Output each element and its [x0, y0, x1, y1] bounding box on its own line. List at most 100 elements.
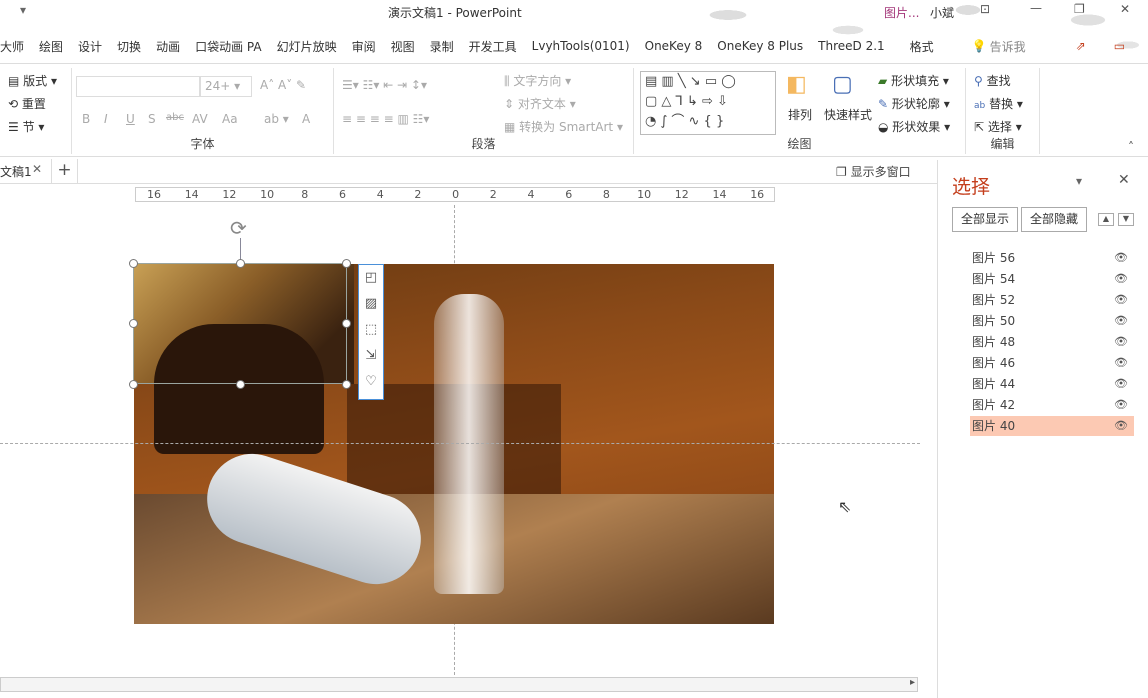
- visibility-eye-icon[interactable]: 👁: [1114, 332, 1128, 352]
- highlight-icon[interactable]: ab ▾: [264, 112, 289, 126]
- tab[interactable]: ThreeD 2.1: [818, 39, 885, 53]
- rotate-handle-icon[interactable]: ⟳: [230, 216, 247, 240]
- tab[interactable]: 视图: [391, 38, 415, 55]
- char-spacing-button[interactable]: AV: [192, 112, 208, 126]
- shape-fill-button[interactable]: ▰ 形状填充 ▾: [878, 72, 949, 89]
- selection-list-item[interactable]: 图片 54 👁: [970, 269, 1134, 289]
- visibility-eye-icon[interactable]: 👁: [1114, 248, 1128, 268]
- horizontal-scrollbar[interactable]: ▸: [0, 677, 918, 692]
- tab[interactable]: 录制: [430, 38, 454, 55]
- send-backward-icon[interactable]: ▼: [1118, 213, 1134, 226]
- selection-list-item[interactable]: 图片 44 👁: [970, 374, 1134, 394]
- find-button[interactable]: ⚲ 查找: [974, 72, 1011, 89]
- selection-list-item[interactable]: 图片 50 👁: [970, 311, 1134, 331]
- font-color-button[interactable]: A: [302, 112, 310, 126]
- quick-styles-button[interactable]: 快速样式: [824, 106, 872, 123]
- font-grow-button[interactable]: A˄ A˅ ✎: [260, 78, 306, 92]
- ribbon-display-icon[interactable]: ⊡: [980, 2, 990, 16]
- restore-button[interactable]: ❐: [1074, 2, 1085, 16]
- horizontal-ruler[interactable]: 16 14 12 10 8 6 4 2 0 2 4 6 8 10 12 14 16: [135, 187, 775, 202]
- horizontal-guide[interactable]: [0, 443, 920, 444]
- selection-list-item[interactable]: 图片 42 👁: [970, 395, 1134, 415]
- replace-button[interactable]: ab 替换 ▾: [974, 95, 1023, 112]
- selection-list-item[interactable]: 图片 52 👁: [970, 290, 1134, 310]
- heart-icon[interactable]: ♡: [359, 369, 383, 395]
- tab[interactable]: LvyhTools(0101): [532, 39, 630, 53]
- tab-format[interactable]: 格式: [910, 38, 934, 55]
- arrange-button[interactable]: 排列: [788, 106, 812, 123]
- tell-me-input[interactable]: 告诉我: [990, 38, 1026, 55]
- resize-handle[interactable]: [342, 380, 351, 389]
- resize-handle[interactable]: [342, 259, 351, 268]
- resize-handle[interactable]: [129, 380, 138, 389]
- shape-effects-button[interactable]: ◒ 形状效果 ▾: [878, 118, 950, 135]
- resize-icon[interactable]: ⇲: [359, 343, 383, 369]
- section-button[interactable]: ☰ 节 ▾: [8, 118, 44, 135]
- comment-icon[interactable]: ▭: [1114, 39, 1125, 53]
- text-direction-button[interactable]: ⫼ 文字方向 ▾: [504, 72, 571, 89]
- picture-icon[interactable]: ▨: [359, 291, 383, 317]
- select-button[interactable]: ⇱ 选择 ▾: [974, 118, 1022, 135]
- resize-handle[interactable]: [129, 319, 138, 328]
- bold-button[interactable]: B: [82, 112, 90, 126]
- show-all-button[interactable]: 全部显示: [952, 207, 1018, 232]
- smartart-button[interactable]: ▦ 转换为 SmartArt ▾: [504, 118, 623, 135]
- multi-window-button[interactable]: ❐ 显示多窗口: [836, 163, 911, 180]
- scroll-right-icon[interactable]: ▸: [910, 677, 915, 688]
- selection-list-item[interactable]: 图片 56 👁: [970, 248, 1134, 268]
- shape-outline-button[interactable]: ✎ 形状轮廓 ▾: [878, 95, 950, 112]
- shapes-gallery[interactable]: ▤ ▥ ╲ ↘ ▭ ◯ ▢ △ ⅂ ↳ ⇨ ⇩ ◔ ∫ ⌒ ∿ { }: [640, 71, 776, 135]
- visibility-eye-icon[interactable]: 👁: [1114, 374, 1128, 394]
- user-name[interactable]: 小斌: [930, 4, 954, 21]
- tab[interactable]: 绘图: [39, 38, 63, 55]
- align-buttons[interactable]: ≡ ≡ ≡ ≡ ▥ ☷▾: [342, 112, 429, 126]
- selection-list-item[interactable]: 图片 46 👁: [970, 353, 1134, 373]
- share-icon[interactable]: ⇗: [1076, 39, 1086, 53]
- list-buttons[interactable]: ☰▾ ☷▾ ⇤ ⇥ ↕▾: [342, 78, 427, 92]
- font-size-input[interactable]: 24+ ▾: [200, 76, 252, 97]
- resize-handle[interactable]: [236, 259, 245, 268]
- strikethrough-button[interactable]: abc: [166, 112, 184, 123]
- qat-dropdown[interactable]: ▾: [20, 3, 26, 17]
- collapse-ribbon-icon[interactable]: ˄: [1128, 140, 1134, 154]
- hide-all-button[interactable]: 全部隐藏: [1021, 207, 1087, 232]
- new-tab-button[interactable]: +: [51, 159, 78, 184]
- align-text-button[interactable]: ⇕ 对齐文本 ▾: [504, 95, 576, 112]
- visibility-eye-icon[interactable]: 👁: [1114, 290, 1128, 310]
- tab[interactable]: 设计: [78, 38, 102, 55]
- change-case-button[interactable]: Aa: [222, 112, 238, 126]
- pane-close-icon[interactable]: ✕: [1118, 172, 1130, 188]
- tab[interactable]: 幻灯片放映: [277, 38, 337, 55]
- reset-button[interactable]: ⟲ 重置: [8, 95, 46, 112]
- tab[interactable]: 开发工具: [469, 38, 517, 55]
- bring-forward-icon[interactable]: ▲: [1098, 213, 1114, 226]
- underline-button[interactable]: U: [126, 112, 135, 126]
- visibility-eye-icon[interactable]: 👁: [1114, 353, 1128, 373]
- close-button[interactable]: ✕: [1120, 2, 1130, 16]
- tab[interactable]: 切换: [117, 38, 141, 55]
- pane-options-icon[interactable]: ▾: [1076, 174, 1082, 188]
- resize-handle[interactable]: [236, 380, 245, 389]
- tab[interactable]: 动画: [156, 38, 180, 55]
- tab[interactable]: OneKey 8: [645, 39, 703, 53]
- visibility-eye-icon[interactable]: 👁: [1114, 395, 1128, 415]
- close-tab-icon[interactable]: ✕: [32, 162, 42, 176]
- tab[interactable]: 口袋动画 PA: [195, 38, 262, 55]
- visibility-eye-icon[interactable]: 👁: [1114, 269, 1128, 289]
- selection-list-item[interactable]: 图片 48 👁: [970, 332, 1134, 352]
- doc-tab[interactable]: 文稿1: [0, 163, 32, 180]
- tab[interactable]: 大师: [0, 38, 24, 55]
- visibility-eye-icon[interactable]: 👁: [1114, 311, 1128, 331]
- visibility-eye-icon[interactable]: 👁: [1114, 416, 1128, 436]
- italic-button[interactable]: I: [104, 112, 108, 126]
- resize-handle[interactable]: [342, 319, 351, 328]
- tab[interactable]: 审阅: [352, 38, 376, 55]
- font-name-input[interactable]: [76, 76, 200, 97]
- minimize-button[interactable]: —: [1030, 1, 1042, 15]
- shape-style-icon[interactable]: ◰: [359, 265, 383, 291]
- tab[interactable]: OneKey 8 Plus: [717, 39, 803, 53]
- shadow-button[interactable]: S: [148, 112, 156, 126]
- selection-list-item[interactable]: 图片 40 👁: [970, 416, 1134, 436]
- selection-box[interactable]: [133, 263, 347, 384]
- resize-handle[interactable]: [129, 259, 138, 268]
